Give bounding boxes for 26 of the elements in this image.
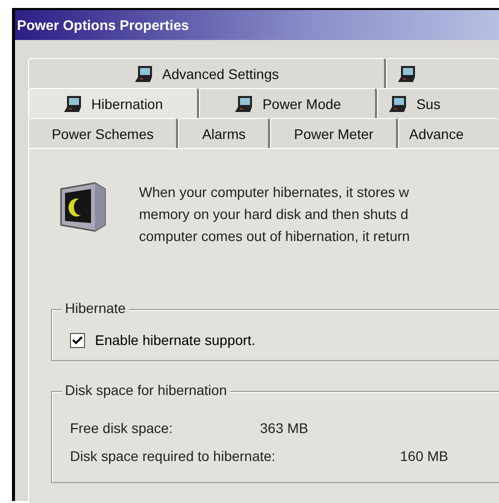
group-title: Disk space for hibernation <box>62 382 230 398</box>
checkbox-label[interactable]: Enable hibernate support. <box>95 332 256 348</box>
group-title: Hibernate <box>62 300 129 316</box>
laptop-icon <box>388 94 408 112</box>
laptop-icon <box>397 64 417 82</box>
window-title: Power Options Properties <box>17 17 189 33</box>
field-value: 160 MB <box>400 448 448 464</box>
field-label: Free disk space: <box>70 420 174 436</box>
tab[interactable]: Alarms <box>178 118 270 148</box>
laptop-icon <box>63 94 84 112</box>
tab[interactable]: Sus <box>377 88 499 118</box>
field-value: 363 MB <box>260 420 308 436</box>
field-label: Disk space required to hibernate: <box>70 448 276 464</box>
tab[interactable]: Power Meter <box>270 118 398 148</box>
description-text: computer comes out of hibernation, it return <box>139 227 410 246</box>
laptop-icon <box>234 94 254 112</box>
tab[interactable]: Advance <box>398 118 499 148</box>
description-text: When your computer hibernates, it stores w <box>139 183 410 202</box>
tab[interactable]: Power Mode <box>199 88 378 118</box>
tab[interactable]: Hibernation <box>28 88 200 118</box>
tab[interactable] <box>386 58 499 88</box>
tab[interactable]: Power Schemes <box>28 118 178 148</box>
tab[interactable]: Advanced Settings <box>28 58 386 88</box>
description-text: memory on your hard disk and then shuts d <box>139 205 410 224</box>
laptop-icon <box>134 64 154 82</box>
checkbox[interactable] <box>70 332 85 348</box>
